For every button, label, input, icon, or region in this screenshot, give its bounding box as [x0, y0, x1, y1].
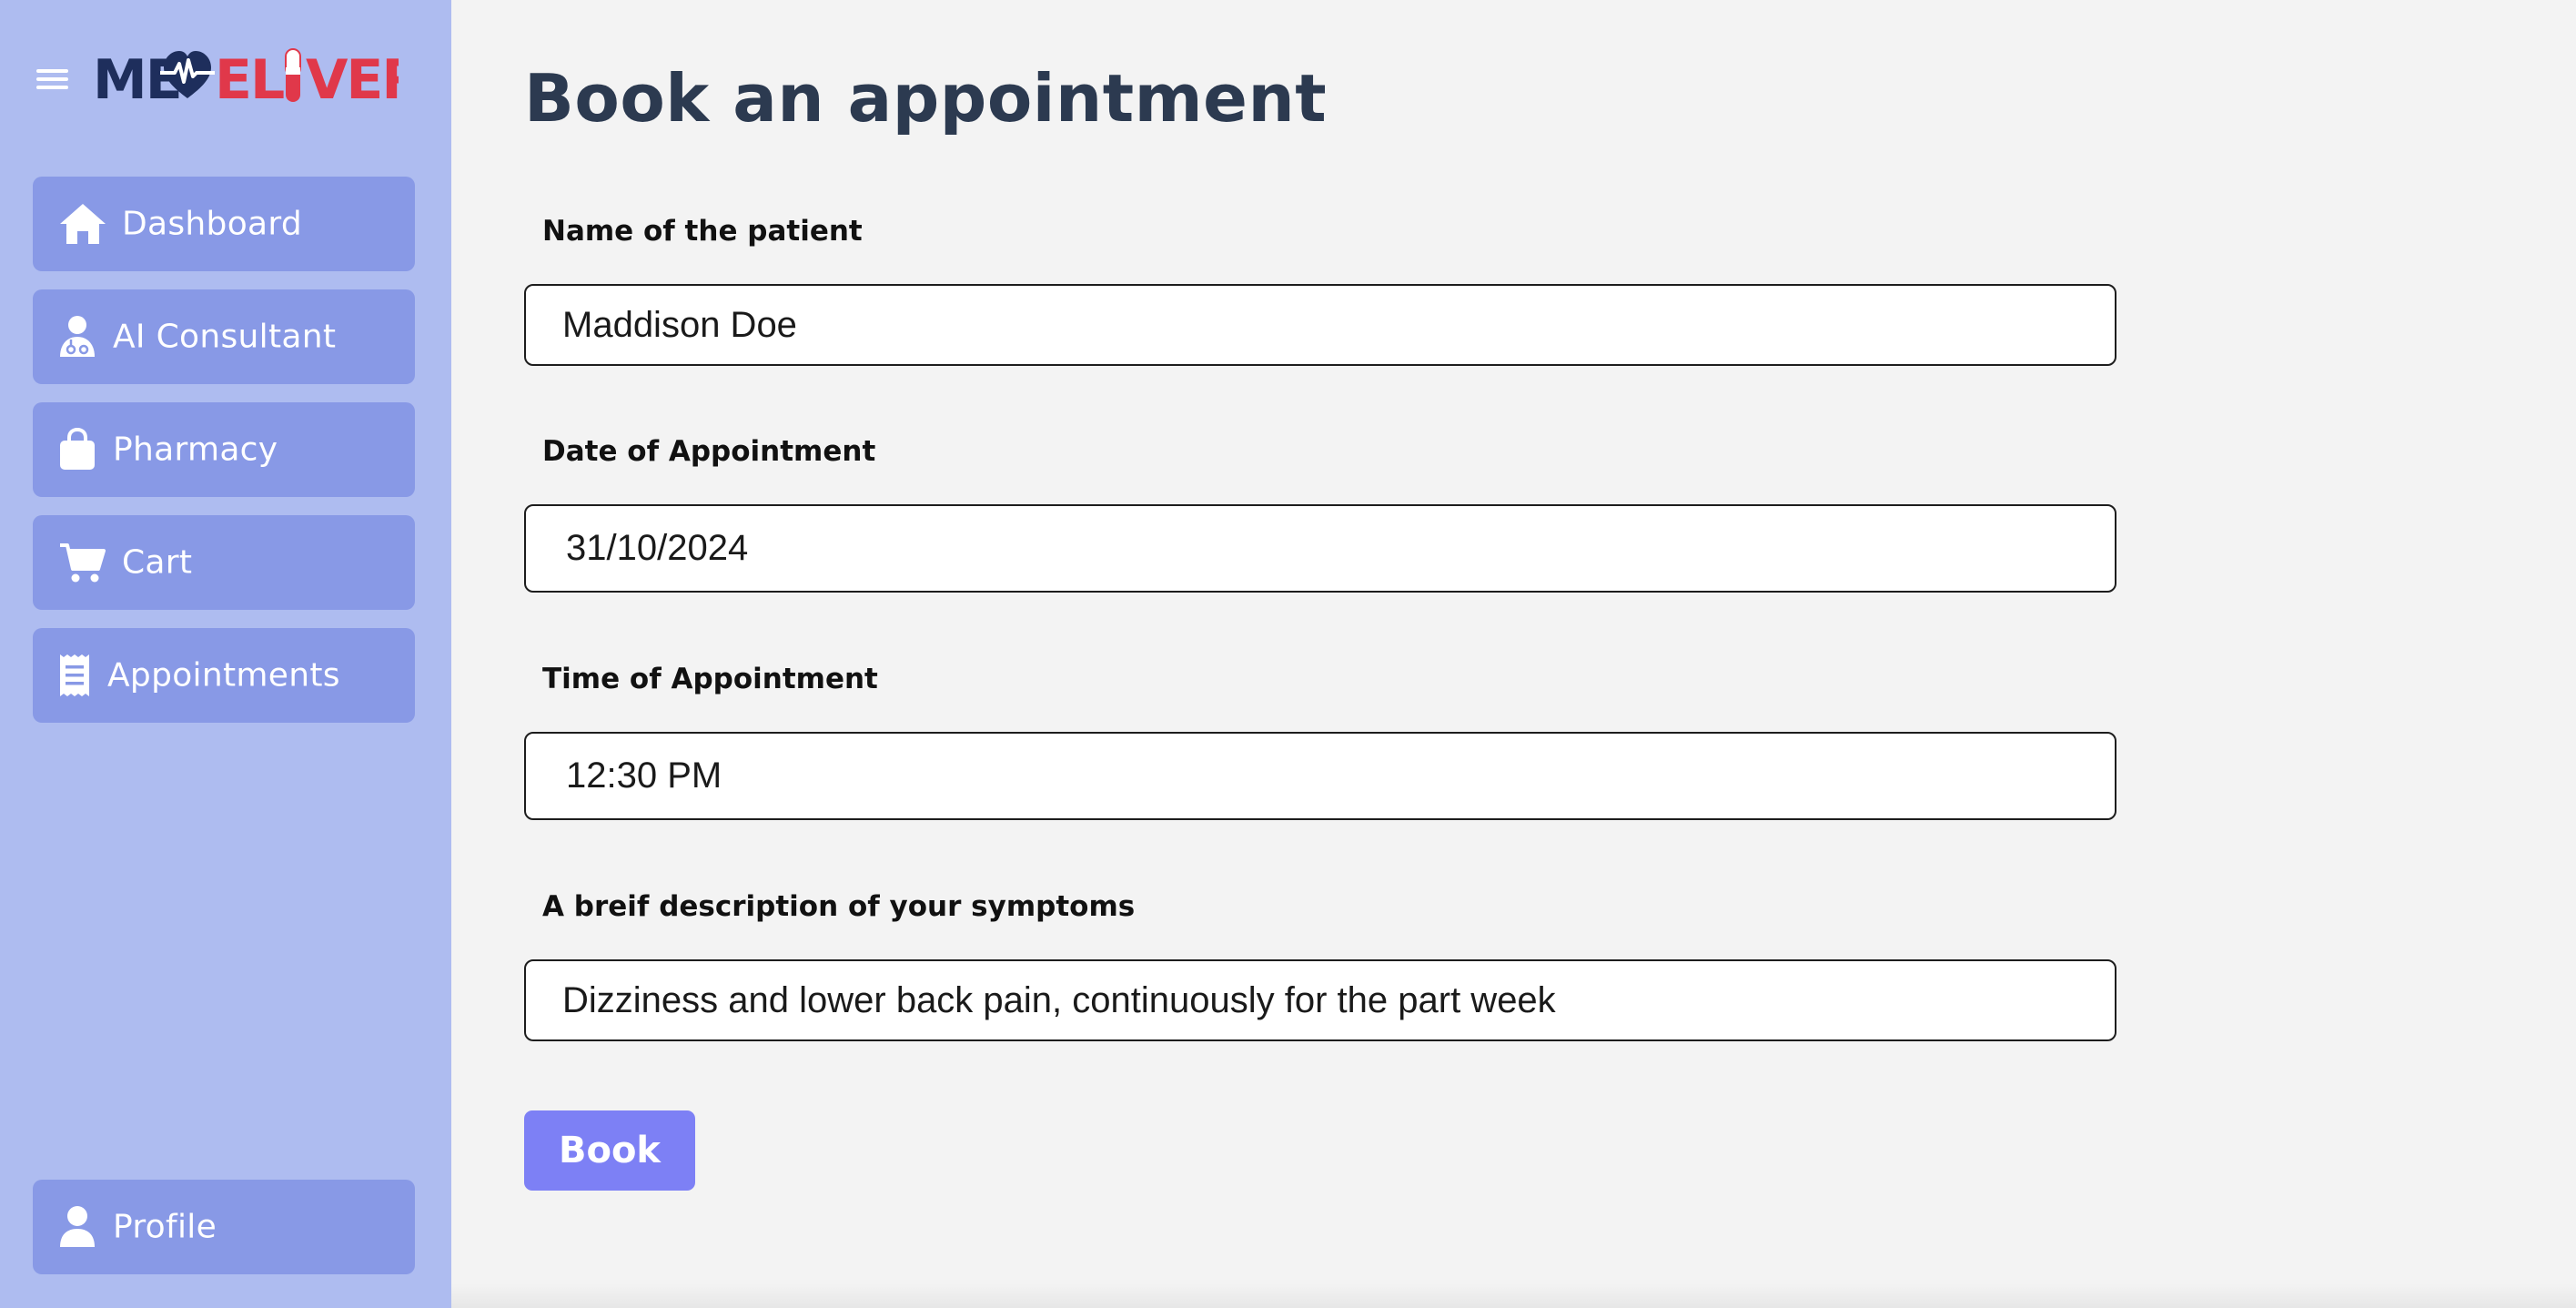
sidebar-item-label: Appointments [107, 656, 340, 695]
cart-icon [58, 542, 106, 583]
sidebar-item-label: Profile [113, 1208, 217, 1246]
brand-logo: ME EL VER [93, 48, 399, 107]
appointment-time-input[interactable] [524, 732, 2116, 820]
sidebar-item-label: Dashboard [122, 205, 303, 243]
appointment-date-input[interactable] [524, 504, 2116, 593]
sidebar-item-pharmacy[interactable]: Pharmacy [33, 402, 415, 497]
sidebar: ME EL VER Dashboard [0, 0, 451, 1308]
sidebar-item-label: Pharmacy [113, 431, 278, 469]
appointment-date-label: Date of Appointment [542, 435, 876, 468]
doctor-icon [58, 315, 96, 359]
home-icon [58, 202, 107, 246]
patient-name-input[interactable] [524, 284, 2116, 366]
user-icon [58, 1205, 96, 1249]
shopping-bag-icon [58, 428, 96, 471]
app-window: ME EL VER Dashboard [0, 0, 2576, 1308]
hamburger-icon[interactable] [36, 69, 68, 93]
bottom-shadow [451, 1283, 2576, 1308]
svg-text:VER: VER [306, 48, 399, 107]
page-title: Book an appointment [524, 60, 1328, 137]
sidebar-item-ai-consultant[interactable]: AI Consultant [33, 289, 415, 384]
symptoms-input[interactable] [524, 959, 2116, 1041]
appointment-time-label: Time of Appointment [542, 663, 878, 695]
sidebar-item-profile[interactable]: Profile [33, 1180, 415, 1274]
symptoms-label: A breif description of your symptoms [542, 890, 1136, 923]
book-button[interactable]: Book [524, 1110, 695, 1191]
sidebar-item-label: Cart [122, 543, 193, 582]
sidebar-item-appointments[interactable]: Appointments [33, 628, 415, 723]
sidebar-item-label: AI Consultant [113, 318, 337, 356]
receipt-icon [58, 653, 91, 698]
svg-text:EL: EL [215, 48, 284, 107]
sidebar-item-cart[interactable]: Cart [33, 515, 415, 610]
sidebar-item-dashboard[interactable]: Dashboard [33, 177, 415, 271]
patient-name-label: Name of the patient [542, 215, 863, 248]
